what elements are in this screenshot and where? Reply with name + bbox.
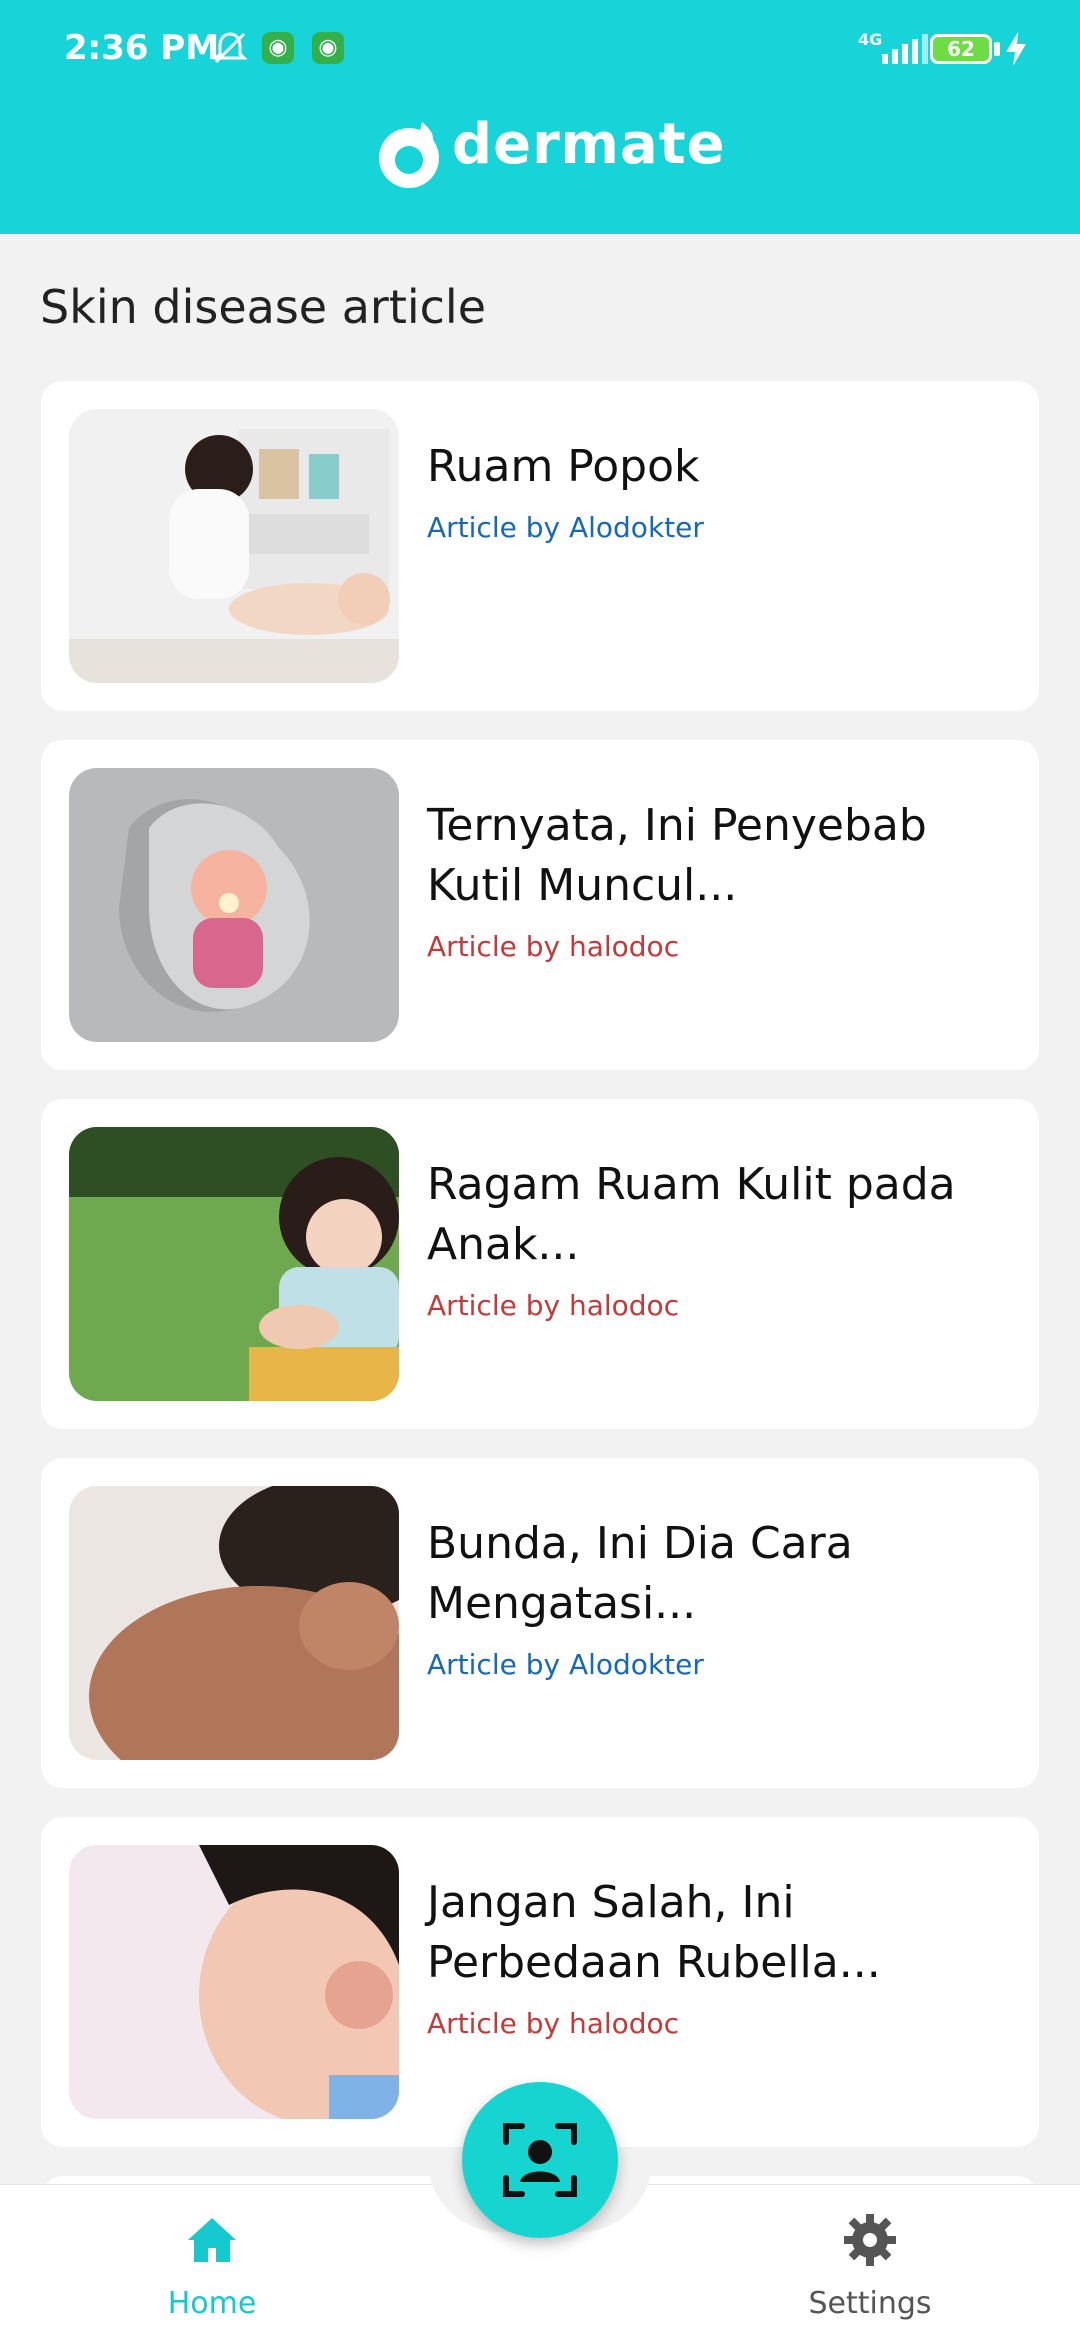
charging-icon (1006, 32, 1026, 66)
battery-level: 62 (947, 37, 975, 61)
mute-icon (212, 32, 248, 64)
nav-settings[interactable]: Settings (800, 2210, 940, 2321)
battery-icon: 62 (930, 34, 992, 64)
article-author: Article by halodoc (427, 1289, 680, 1322)
article-author: Article by halodoc (427, 930, 680, 963)
article-thumbnail (69, 768, 399, 1042)
battery-tip (994, 42, 1000, 56)
face-scan-icon (503, 2123, 577, 2197)
article-title: Ternyata, Ini Penyebab Kutil Muncul... (427, 800, 927, 911)
article-card[interactable]: Bunda, Ini Dia Cara Mengatasi... Article… (41, 1458, 1039, 1788)
article-title: Bunda, Ini Dia Cara Mengatasi... (427, 1518, 853, 1629)
face-scan-button[interactable] (462, 2082, 618, 2238)
dermate-logo-icon (379, 122, 439, 188)
section-title: Skin disease article (40, 280, 487, 334)
article-thumbnail (69, 1845, 399, 2119)
gear-icon (844, 2214, 896, 2266)
article-thumbnail (69, 1127, 399, 1401)
article-author: Article by halodoc (427, 2007, 680, 2040)
article-thumbnail (69, 409, 399, 683)
article-title: Ruam Popok (427, 441, 700, 492)
article-author: Article by Alodokter (427, 1648, 704, 1681)
signal-icon (882, 34, 928, 64)
app-header: 2:36 PM ◉ ◉ 4G 62 dermate (0, 0, 1080, 234)
status-time: 2:36 PM (64, 28, 220, 68)
app-icon: ◉ (262, 32, 294, 64)
nav-home[interactable]: Home (152, 2210, 272, 2321)
article-title: Ragam Ruam Kulit pada Anak... (427, 1159, 956, 1270)
article-card[interactable]: Ruam Popok Article by Alodokter (41, 381, 1039, 711)
article-title: Jangan Salah, Ini Perbedaan Rubella... (427, 1877, 881, 1988)
app-brand: dermate (452, 112, 726, 177)
article-card[interactable]: Ragam Ruam Kulit pada Anak... Article by… (41, 1099, 1039, 1429)
app-icon: ◉ (312, 32, 344, 64)
nav-settings-label: Settings (808, 2286, 932, 2321)
article-card[interactable]: Ternyata, Ini Penyebab Kutil Muncul... A… (41, 740, 1039, 1070)
article-author: Article by Alodokter (427, 511, 704, 544)
home-icon (188, 2218, 236, 2262)
nav-home-label: Home (167, 2286, 257, 2321)
article-thumbnail (69, 1486, 399, 1760)
status-bar: 2:36 PM ◉ ◉ 4G 62 (0, 0, 1080, 100)
